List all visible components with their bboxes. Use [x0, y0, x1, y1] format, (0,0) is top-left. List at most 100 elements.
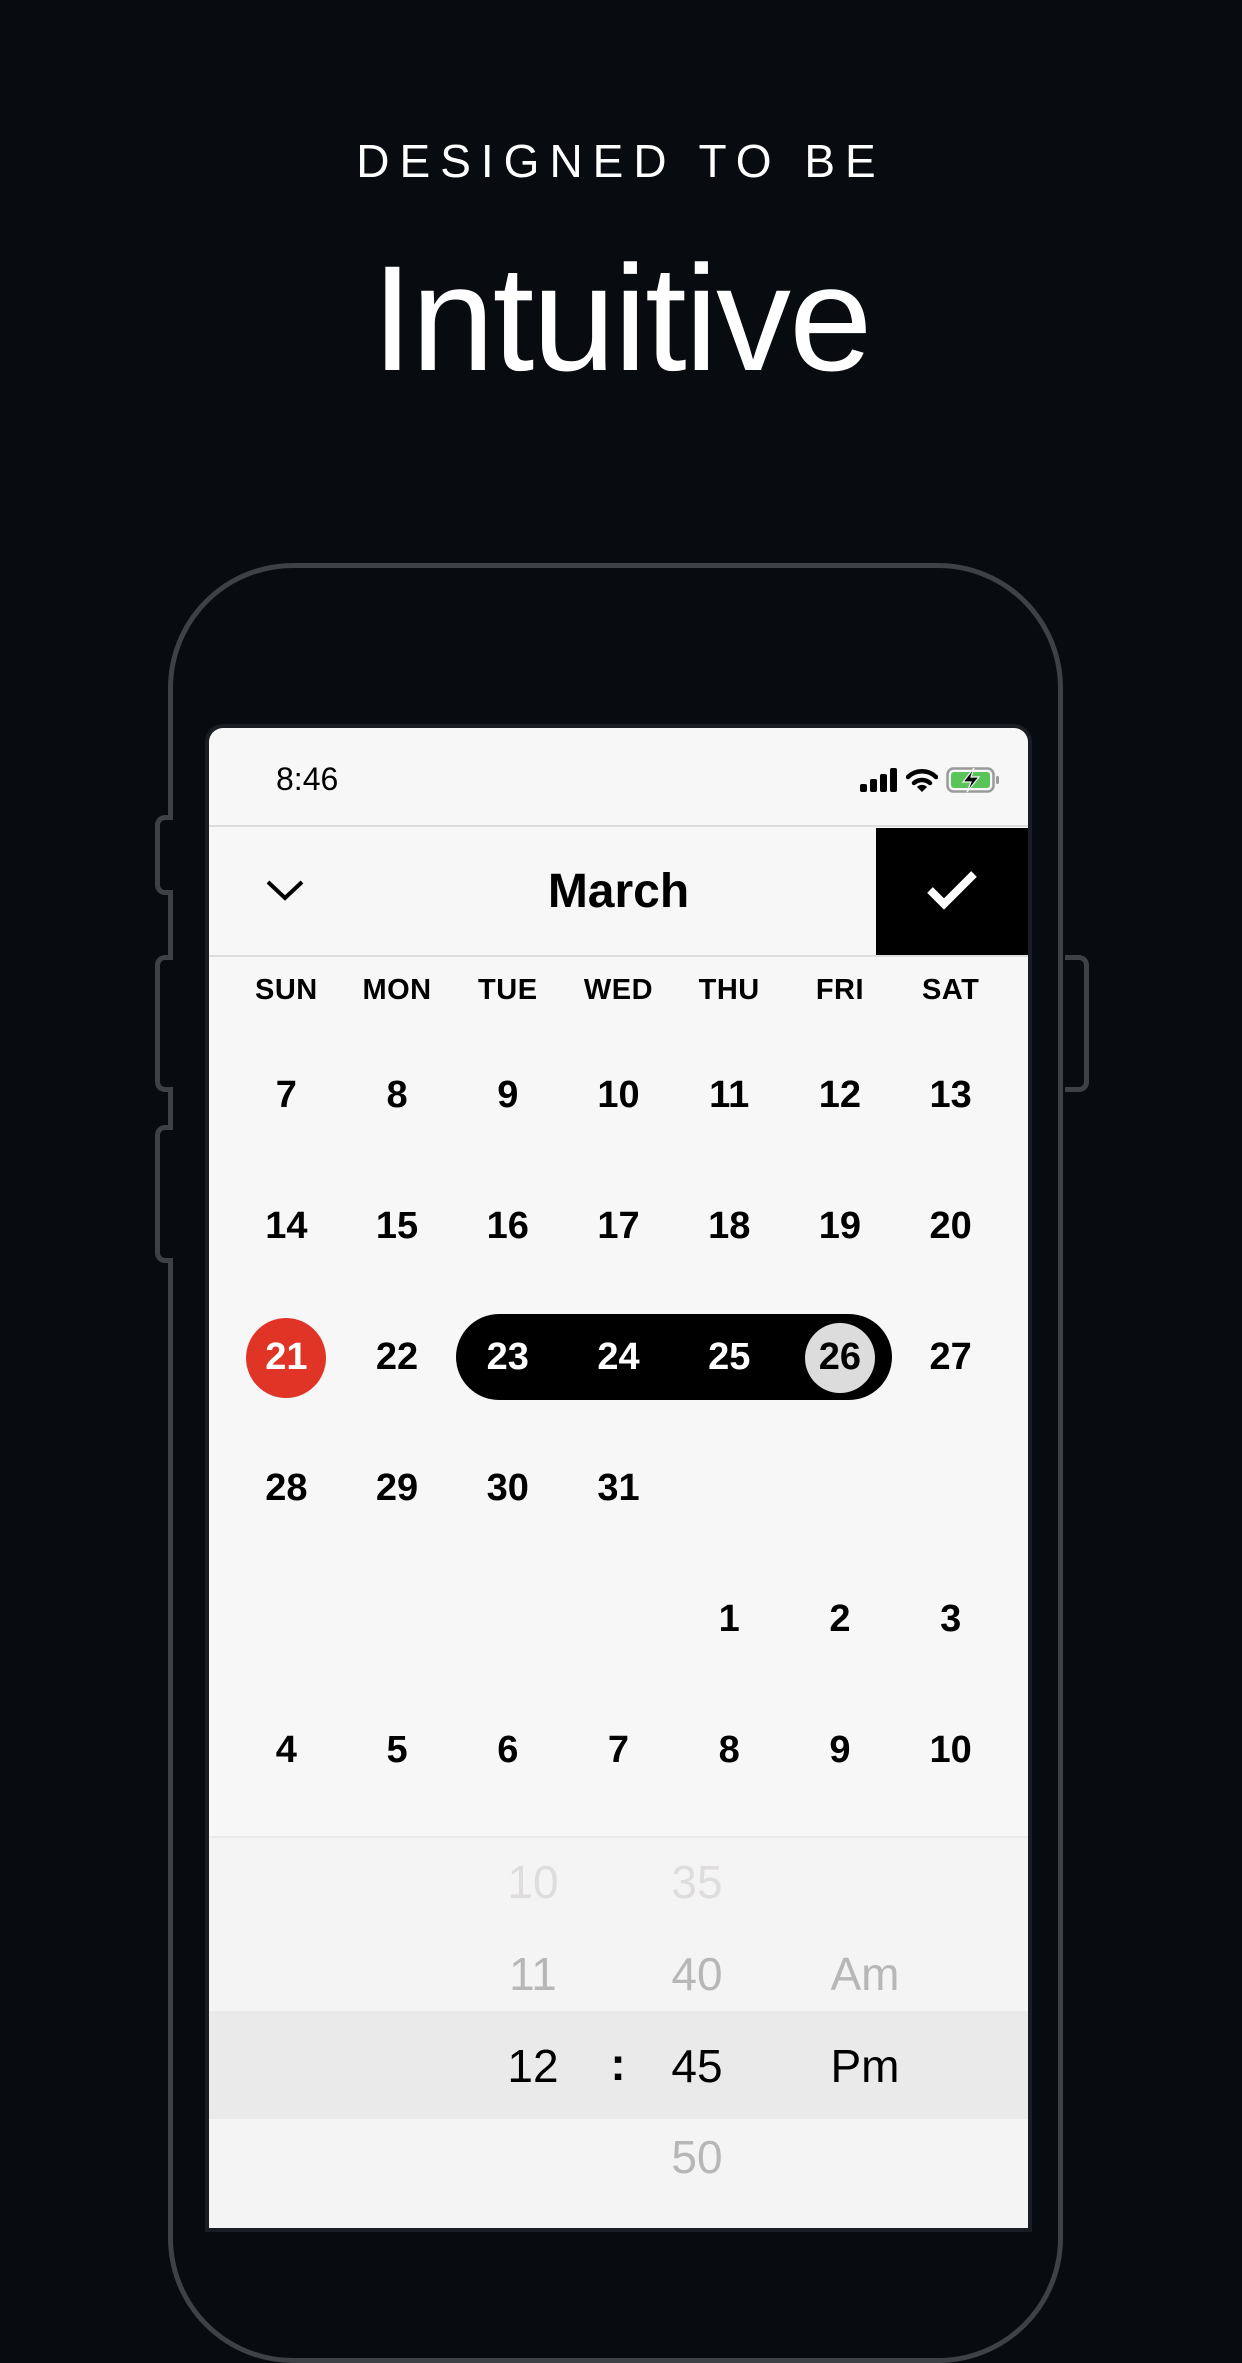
- day-cell[interactable]: 19: [785, 1161, 896, 1292]
- day-cell[interactable]: 14: [231, 1161, 342, 1292]
- empty-day-cell: [231, 1554, 342, 1685]
- day-number: 28: [265, 1467, 308, 1509]
- phone-screen: 8: 4 6 March SUN MON TUE WED THU FRI SAT 7…: [209, 728, 1028, 2228]
- day-cell[interactable]: 29: [342, 1423, 453, 1554]
- empty-day-cell: [674, 1423, 785, 1554]
- weekday-label: THU: [698, 974, 760, 1006]
- header-divider: [209, 955, 1028, 957]
- week-row: 14 15 16 17 18 19 20: [231, 1161, 1006, 1292]
- time-separator: :: [610, 2038, 626, 2090]
- minute-selected[interactable]: 45: [637, 2039, 757, 2093]
- day-number: 24: [597, 1336, 640, 1378]
- day-number: 11: [709, 1074, 750, 1116]
- phone-mute-switch: [155, 815, 173, 895]
- day-number: 8: [386, 1074, 408, 1116]
- empty-day-cell: [895, 1423, 1006, 1554]
- day-cell[interactable]: 7: [563, 1685, 674, 1816]
- battery-charging-icon: [946, 767, 1000, 798]
- empty-day-cell: [563, 1554, 674, 1685]
- day-cell[interactable]: 30: [452, 1423, 563, 1554]
- day-number: 26: [818, 1336, 862, 1378]
- status-time: 8:46: [276, 761, 339, 797]
- calendar-header: March: [209, 828, 1028, 956]
- day-cell[interactable]: 3: [895, 1554, 1006, 1685]
- day-number: 18: [708, 1205, 751, 1247]
- day-cell[interactable]: 8: [674, 1685, 785, 1816]
- phone-power-button: [1065, 955, 1089, 1092]
- day-number: 10: [929, 1729, 972, 1771]
- week-row: 21 22 23 24 25 26 27: [231, 1292, 1006, 1423]
- day-cell[interactable]: 11: [674, 1030, 785, 1161]
- day-number: 6: [497, 1729, 519, 1771]
- day-cell[interactable]: 2: [785, 1554, 896, 1685]
- weekday-label: FRI: [815, 974, 865, 1006]
- empty-day-cell: [452, 1554, 563, 1685]
- day-cell-in-range[interactable]: 24: [563, 1292, 674, 1423]
- day-number: 7: [275, 1074, 297, 1116]
- day-number: 15: [375, 1205, 419, 1247]
- day-cell[interactable]: 12: [785, 1030, 896, 1161]
- day-cell[interactable]: 15: [342, 1161, 453, 1292]
- promo-headline: Intuitive: [371, 234, 873, 402]
- period-option[interactable]: Am: [805, 1947, 925, 2001]
- day-number: 25: [708, 1336, 751, 1378]
- collapse-button[interactable]: [259, 868, 311, 916]
- minute-option[interactable]: 35: [637, 1855, 757, 1909]
- day-cell[interactable]: 17: [563, 1161, 674, 1292]
- day-cell[interactable]: 8: [342, 1030, 453, 1161]
- day-cell[interactable]: 7: [231, 1030, 342, 1161]
- empty-day-cell: [785, 1423, 896, 1554]
- day-number: 9: [497, 1074, 519, 1116]
- day-cell[interactable]: 4: [231, 1685, 342, 1816]
- promo-eyebrow: DESIGNED TO BE: [356, 135, 886, 187]
- day-cell[interactable]: 10: [563, 1030, 674, 1161]
- day-cell[interactable]: 10: [895, 1685, 1006, 1816]
- weekday-label: MON: [362, 974, 432, 1006]
- week-row: 7 8 9 10 11 12 13: [231, 1030, 1006, 1161]
- day-cell[interactable]: 22: [342, 1292, 453, 1423]
- day-cell-range-end[interactable]: 26: [785, 1292, 896, 1423]
- weekday-label: WED: [583, 974, 654, 1006]
- day-cell[interactable]: 9: [452, 1030, 563, 1161]
- empty-day-cell: [342, 1554, 453, 1685]
- day-number: 4: [275, 1729, 297, 1771]
- phone-volume-down-button: [155, 1125, 173, 1263]
- day-cell[interactable]: 27: [895, 1292, 1006, 1423]
- day-cell[interactable]: 6: [452, 1685, 563, 1816]
- hour-option[interactable]: 10: [473, 1855, 593, 1909]
- day-cell[interactable]: 20: [895, 1161, 1006, 1292]
- weekday-label: SUN: [254, 974, 318, 1006]
- checkmark-icon: [926, 870, 978, 915]
- hour-option[interactable]: 11: [473, 1947, 593, 2001]
- day-number: 30: [486, 1467, 529, 1509]
- period-selected[interactable]: Pm: [805, 2039, 925, 2093]
- week-row: 4 5 6 7 8 9 10: [231, 1685, 1006, 1816]
- day-cell[interactable]: 28: [231, 1423, 342, 1554]
- day-number: 1: [718, 1598, 740, 1640]
- status-icons: [860, 767, 1000, 798]
- day-number: 29: [375, 1467, 419, 1509]
- minute-option[interactable]: 40: [637, 1947, 757, 2001]
- day-number: 13: [929, 1074, 972, 1116]
- calendar-grid: 7 8 9 10 11 12 13 14 15 16 17 18 19 20 21 22 23 24 25 26 27 2…: [231, 1030, 1006, 1816]
- day-cell[interactable]: 5: [342, 1685, 453, 1816]
- day-cell[interactable]: 18: [674, 1161, 785, 1292]
- chevron-down-icon: [265, 878, 305, 907]
- day-cell-in-range[interactable]: 25: [674, 1292, 785, 1423]
- day-cell[interactable]: 9: [785, 1685, 896, 1816]
- minute-option[interactable]: 50: [637, 2130, 757, 2184]
- day-cell[interactable]: 1: [674, 1554, 785, 1685]
- confirm-button[interactable]: [876, 828, 1028, 956]
- hour-selected[interactable]: 12: [473, 2039, 593, 2093]
- cellular-signal-icon: [860, 768, 898, 797]
- day-number: 9: [829, 1729, 851, 1771]
- day-cell-today[interactable]: 21: [231, 1292, 342, 1423]
- day-cell[interactable]: 13: [895, 1030, 1006, 1161]
- weekday-label: TUE: [478, 974, 538, 1006]
- weekday-label: SAT: [921, 974, 980, 1006]
- wifi-icon: [905, 768, 939, 797]
- day-cell[interactable]: 31: [563, 1423, 674, 1554]
- day-number: 27: [929, 1336, 972, 1378]
- day-cell-range-start[interactable]: 23: [452, 1292, 563, 1423]
- day-cell[interactable]: 16: [452, 1161, 563, 1292]
